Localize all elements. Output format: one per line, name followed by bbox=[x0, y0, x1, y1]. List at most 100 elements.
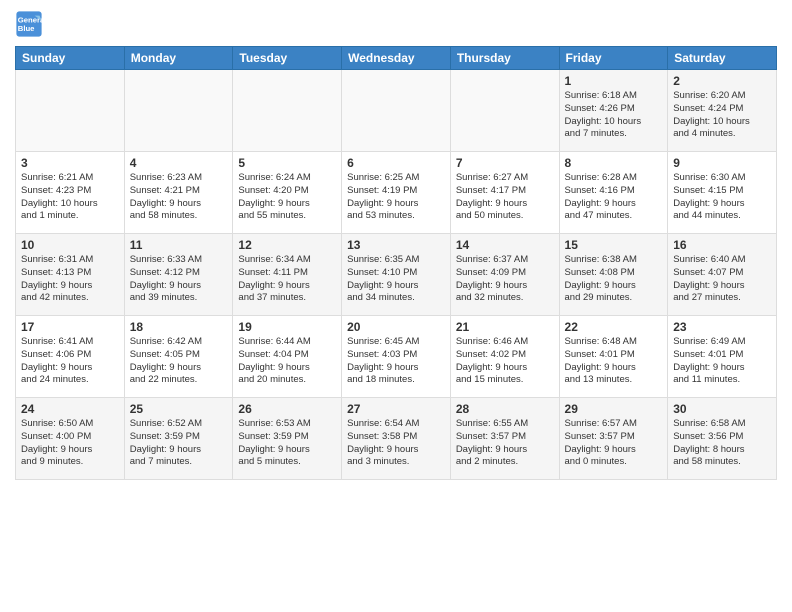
calendar-cell: 25 Sunrise: 6:52 AM Sunset: 3:59 PM Dayli… bbox=[124, 398, 233, 480]
weekday-header-sunday: Sunday bbox=[16, 47, 125, 70]
day-info: Sunrise: 6:49 AM Sunset: 4:01 PM Dayligh… bbox=[673, 336, 771, 387]
calendar-cell: 11 Sunrise: 6:33 AM Sunset: 4:12 PM Dayli… bbox=[124, 234, 233, 316]
calendar-cell: 13Sunrise: 6:35 AM Sunset: 4:10 PM Dayli… bbox=[342, 234, 451, 316]
day-info: Sunrise: 6:35 AM Sunset: 4:10 PM Dayligh… bbox=[347, 254, 445, 305]
logo: General Blue bbox=[15, 10, 47, 38]
calendar-cell: 1Sunrise: 6:18 AM Sunset: 4:26 PM Daylig… bbox=[559, 70, 668, 152]
day-number: 18 bbox=[130, 320, 228, 334]
day-number: 24 bbox=[21, 402, 119, 416]
day-number: 20 bbox=[347, 320, 445, 334]
calendar-cell: 14 Sunrise: 6:37 AM Sunset: 4:09 PM Dayli… bbox=[450, 234, 559, 316]
day-info: Sunrise: 6:58 AM Sunset: 3:56 PM Dayligh… bbox=[673, 418, 771, 469]
day-info: Sunrise: 6:37 AM Sunset: 4:09 PM Dayligh… bbox=[456, 254, 554, 305]
day-number: 27 bbox=[347, 402, 445, 416]
svg-text:Blue: Blue bbox=[18, 24, 35, 33]
day-number: 4 bbox=[130, 156, 228, 170]
day-info: Sunrise: 6:24 AM Sunset: 4:20 PM Dayligh… bbox=[238, 172, 336, 223]
day-number: 21 bbox=[456, 320, 554, 334]
calendar-cell: 26Sunrise: 6:53 AM Sunset: 3:59 PM Dayli… bbox=[233, 398, 342, 480]
calendar-header-row: SundayMondayTuesdayWednesdayThursdayFrid… bbox=[16, 47, 777, 70]
weekday-header-thursday: Thursday bbox=[450, 47, 559, 70]
day-number: 15 bbox=[565, 238, 663, 252]
day-info: Sunrise: 6:53 AM Sunset: 3:59 PM Dayligh… bbox=[238, 418, 336, 469]
day-number: 16 bbox=[673, 238, 771, 252]
calendar-cell: 21 Sunrise: 6:46 AM Sunset: 4:02 PM Dayli… bbox=[450, 316, 559, 398]
calendar-cell bbox=[342, 70, 451, 152]
weekday-header-wednesday: Wednesday bbox=[342, 47, 451, 70]
calendar-cell: 10 Sunrise: 6:31 AM Sunset: 4:13 PM Dayli… bbox=[16, 234, 125, 316]
calendar-cell bbox=[124, 70, 233, 152]
day-info: Sunrise: 6:30 AM Sunset: 4:15 PM Dayligh… bbox=[673, 172, 771, 223]
calendar-cell: 22 Sunrise: 6:48 AM Sunset: 4:01 PM Dayli… bbox=[559, 316, 668, 398]
day-number: 14 bbox=[456, 238, 554, 252]
day-number: 3 bbox=[21, 156, 119, 170]
calendar-cell: 19Sunrise: 6:44 AM Sunset: 4:04 PM Dayli… bbox=[233, 316, 342, 398]
day-info: Sunrise: 6:57 AM Sunset: 3:57 PM Dayligh… bbox=[565, 418, 663, 469]
day-info: Sunrise: 6:50 AM Sunset: 4:00 PM Dayligh… bbox=[21, 418, 119, 469]
day-info: Sunrise: 6:52 AM Sunset: 3:59 PM Dayligh… bbox=[130, 418, 228, 469]
calendar-cell: 16 Sunrise: 6:40 AM Sunset: 4:07 PM Dayli… bbox=[668, 234, 777, 316]
day-number: 5 bbox=[238, 156, 336, 170]
weekday-header-monday: Monday bbox=[124, 47, 233, 70]
calendar-cell: 20 Sunrise: 6:45 AM Sunset: 4:03 PM Dayli… bbox=[342, 316, 451, 398]
day-info: Sunrise: 6:21 AM Sunset: 4:23 PM Dayligh… bbox=[21, 172, 119, 223]
day-info: Sunrise: 6:42 AM Sunset: 4:05 PM Dayligh… bbox=[130, 336, 228, 387]
calendar-cell: 18 Sunrise: 6:42 AM Sunset: 4:05 PM Dayli… bbox=[124, 316, 233, 398]
calendar-cell: 5 Sunrise: 6:24 AM Sunset: 4:20 PM Daylig… bbox=[233, 152, 342, 234]
calendar-week-row: 3 Sunrise: 6:21 AM Sunset: 4:23 PM Daylig… bbox=[16, 152, 777, 234]
day-info: Sunrise: 6:28 AM Sunset: 4:16 PM Dayligh… bbox=[565, 172, 663, 223]
day-number: 23 bbox=[673, 320, 771, 334]
calendar-week-row: 10 Sunrise: 6:31 AM Sunset: 4:13 PM Dayli… bbox=[16, 234, 777, 316]
calendar-week-row: 24 Sunrise: 6:50 AM Sunset: 4:00 PM Dayli… bbox=[16, 398, 777, 480]
calendar-cell: 12Sunrise: 6:34 AM Sunset: 4:11 PM Dayli… bbox=[233, 234, 342, 316]
day-info: Sunrise: 6:45 AM Sunset: 4:03 PM Dayligh… bbox=[347, 336, 445, 387]
day-number: 30 bbox=[673, 402, 771, 416]
calendar-cell: 6 Sunrise: 6:25 AM Sunset: 4:19 PM Daylig… bbox=[342, 152, 451, 234]
calendar-cell: 9Sunrise: 6:30 AM Sunset: 4:15 PM Daylig… bbox=[668, 152, 777, 234]
logo-icon: General Blue bbox=[15, 10, 43, 38]
day-info: Sunrise: 6:27 AM Sunset: 4:17 PM Dayligh… bbox=[456, 172, 554, 223]
calendar-cell: 3 Sunrise: 6:21 AM Sunset: 4:23 PM Daylig… bbox=[16, 152, 125, 234]
day-info: Sunrise: 6:25 AM Sunset: 4:19 PM Dayligh… bbox=[347, 172, 445, 223]
day-info: Sunrise: 6:23 AM Sunset: 4:21 PM Dayligh… bbox=[130, 172, 228, 223]
calendar-cell bbox=[233, 70, 342, 152]
weekday-header-tuesday: Tuesday bbox=[233, 47, 342, 70]
day-number: 29 bbox=[565, 402, 663, 416]
day-info: Sunrise: 6:20 AM Sunset: 4:24 PM Dayligh… bbox=[673, 90, 771, 141]
weekday-header-friday: Friday bbox=[559, 47, 668, 70]
day-number: 2 bbox=[673, 74, 771, 88]
day-info: Sunrise: 6:33 AM Sunset: 4:12 PM Dayligh… bbox=[130, 254, 228, 305]
calendar-cell bbox=[16, 70, 125, 152]
calendar-cell: 7 Sunrise: 6:27 AM Sunset: 4:17 PM Daylig… bbox=[450, 152, 559, 234]
day-info: Sunrise: 6:48 AM Sunset: 4:01 PM Dayligh… bbox=[565, 336, 663, 387]
calendar-cell: 30 Sunrise: 6:58 AM Sunset: 3:56 PM Dayli… bbox=[668, 398, 777, 480]
day-info: Sunrise: 6:46 AM Sunset: 4:02 PM Dayligh… bbox=[456, 336, 554, 387]
day-info: Sunrise: 6:38 AM Sunset: 4:08 PM Dayligh… bbox=[565, 254, 663, 305]
weekday-header-saturday: Saturday bbox=[668, 47, 777, 70]
day-number: 6 bbox=[347, 156, 445, 170]
day-info: Sunrise: 6:40 AM Sunset: 4:07 PM Dayligh… bbox=[673, 254, 771, 305]
day-info: Sunrise: 6:31 AM Sunset: 4:13 PM Dayligh… bbox=[21, 254, 119, 305]
calendar-cell: 4 Sunrise: 6:23 AM Sunset: 4:21 PM Daylig… bbox=[124, 152, 233, 234]
day-info: Sunrise: 6:41 AM Sunset: 4:06 PM Dayligh… bbox=[21, 336, 119, 387]
day-number: 25 bbox=[130, 402, 228, 416]
day-number: 10 bbox=[21, 238, 119, 252]
day-info: Sunrise: 6:18 AM Sunset: 4:26 PM Dayligh… bbox=[565, 90, 663, 141]
day-number: 22 bbox=[565, 320, 663, 334]
calendar-cell: 17 Sunrise: 6:41 AM Sunset: 4:06 PM Dayli… bbox=[16, 316, 125, 398]
day-number: 11 bbox=[130, 238, 228, 252]
calendar-cell bbox=[450, 70, 559, 152]
page-header: General Blue bbox=[15, 10, 777, 38]
calendar-cell: 8 Sunrise: 6:28 AM Sunset: 4:16 PM Daylig… bbox=[559, 152, 668, 234]
day-info: Sunrise: 6:44 AM Sunset: 4:04 PM Dayligh… bbox=[238, 336, 336, 387]
calendar-cell: 2 Sunrise: 6:20 AM Sunset: 4:24 PM Daylig… bbox=[668, 70, 777, 152]
day-number: 8 bbox=[565, 156, 663, 170]
calendar-week-row: 17 Sunrise: 6:41 AM Sunset: 4:06 PM Dayli… bbox=[16, 316, 777, 398]
day-number: 17 bbox=[21, 320, 119, 334]
day-info: Sunrise: 6:55 AM Sunset: 3:57 PM Dayligh… bbox=[456, 418, 554, 469]
day-number: 7 bbox=[456, 156, 554, 170]
calendar-week-row: 1Sunrise: 6:18 AM Sunset: 4:26 PM Daylig… bbox=[16, 70, 777, 152]
calendar-cell: 27Sunrise: 6:54 AM Sunset: 3:58 PM Dayli… bbox=[342, 398, 451, 480]
day-number: 28 bbox=[456, 402, 554, 416]
day-number: 12 bbox=[238, 238, 336, 252]
